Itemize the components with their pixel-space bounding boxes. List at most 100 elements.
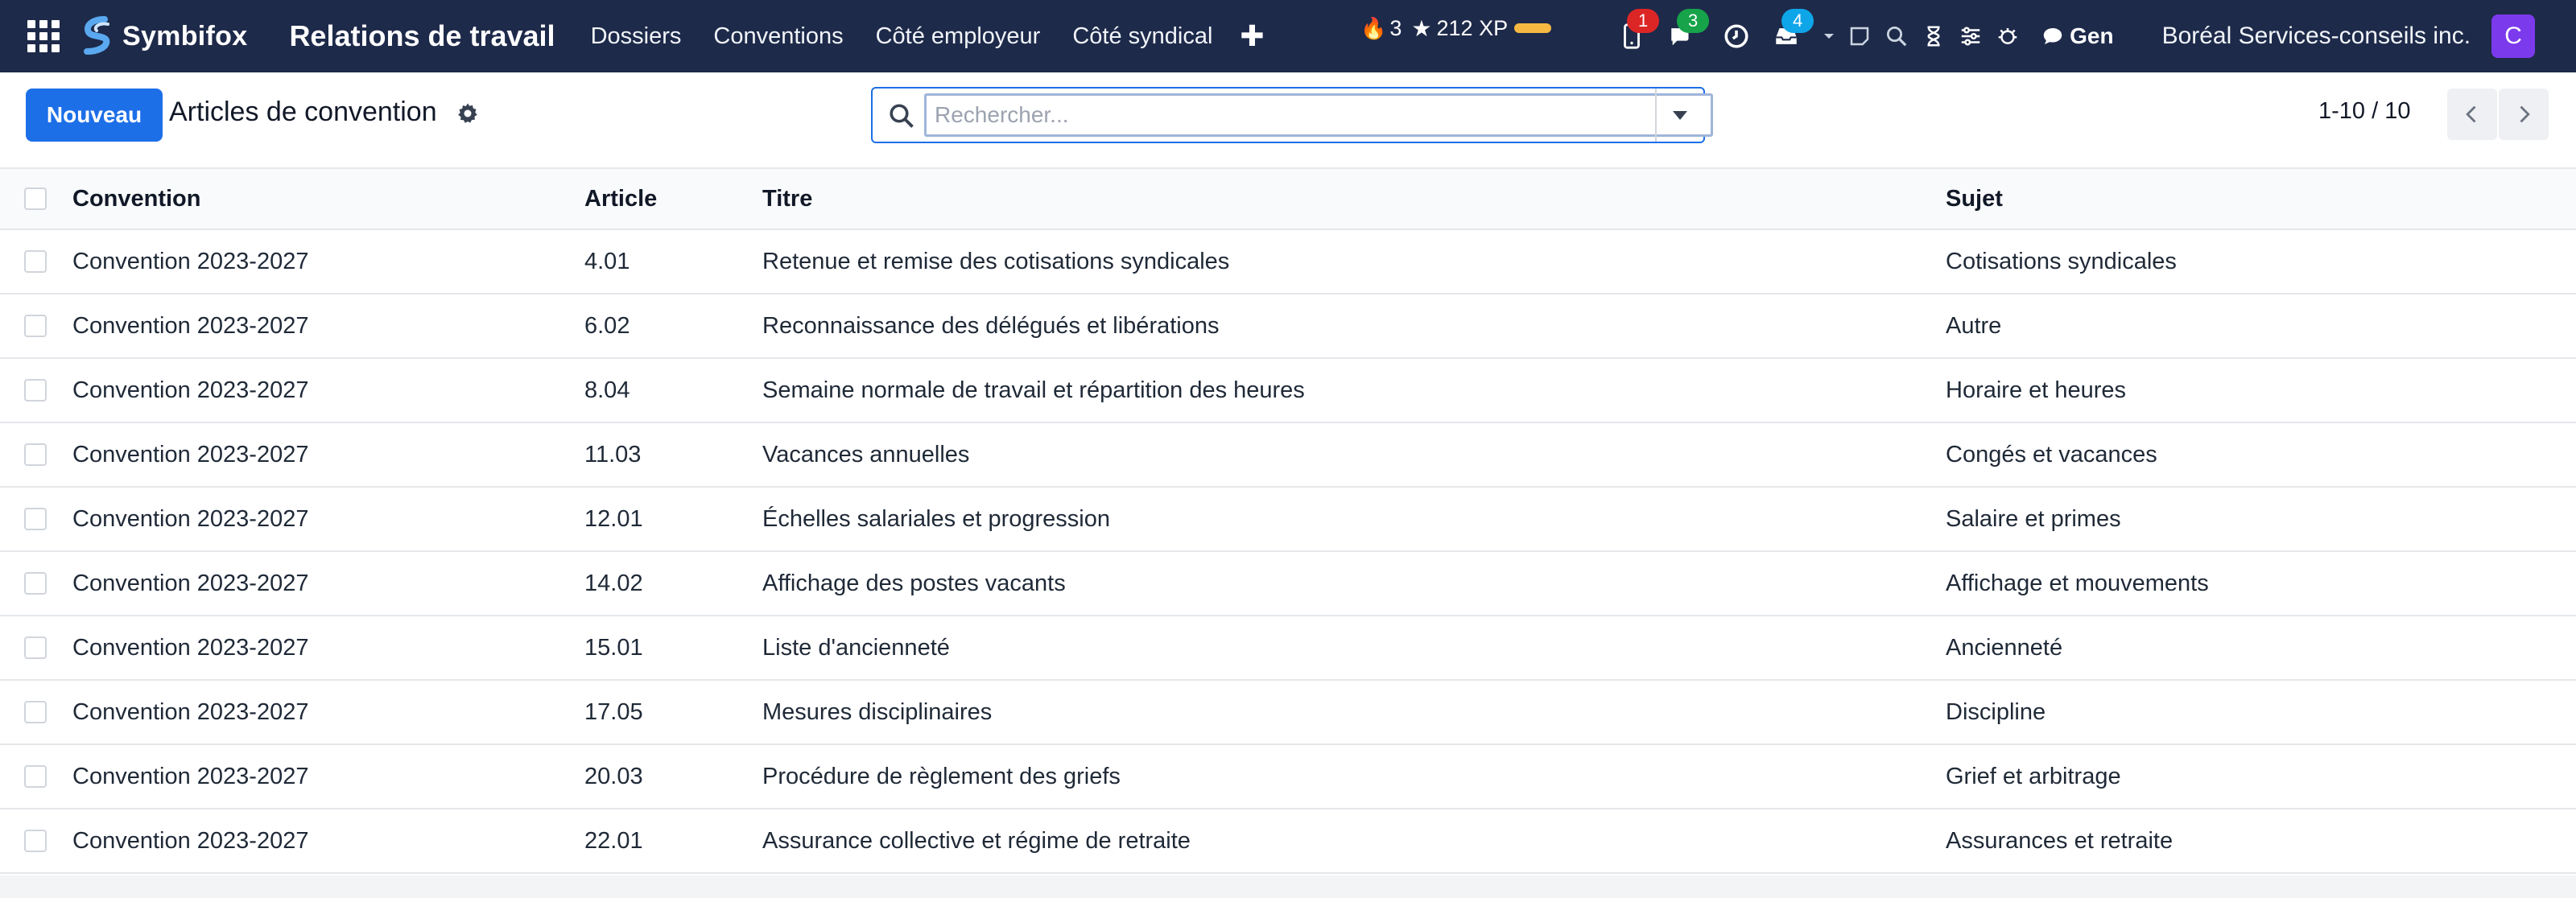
search-bar xyxy=(871,87,1713,143)
plus-icon[interactable]: ✚ xyxy=(1240,19,1264,53)
row-checkbox[interactable] xyxy=(24,572,47,595)
table-row[interactable]: Convention 2023-2027 8.04 Semaine normale … xyxy=(0,359,2576,423)
chevron-down-icon xyxy=(1824,34,1835,39)
cell-article: 11.03 xyxy=(584,441,642,468)
inbox-button[interactable]: 4 xyxy=(1762,9,1814,60)
cell-article: 15.01 xyxy=(584,634,643,661)
column-header-convention[interactable]: Convention xyxy=(72,169,201,229)
table-header: Convention Article Titre Sujet xyxy=(0,169,2576,230)
cell-convention: Convention 2023-2027 xyxy=(72,763,309,789)
cell-convention: Convention 2023-2027 xyxy=(72,634,309,661)
row-checkbox[interactable] xyxy=(24,443,47,466)
row-select-cell xyxy=(24,745,47,808)
nav-conventions[interactable]: Conventions xyxy=(697,23,859,50)
control-panel: Nouveau Articles de convention 1-10 / 10 xyxy=(0,72,2576,169)
row-checkbox[interactable] xyxy=(24,765,47,788)
timer-button[interactable] xyxy=(1915,12,1952,60)
table-row[interactable]: Convention 2023-2027 6.02 Reconnaissance d… xyxy=(0,295,2576,359)
cell-titre: Assurance collective et régime de retrai… xyxy=(762,827,1191,854)
gen-label: Gen xyxy=(2070,23,2114,48)
settings-sliders-button[interactable] xyxy=(1952,12,1989,60)
xp-progress-bar xyxy=(1514,23,1552,33)
cell-convention: Convention 2023-2027 xyxy=(72,377,309,403)
hourglass-icon xyxy=(1927,26,1940,47)
gen-button[interactable]: Gen xyxy=(2041,23,2114,49)
search-options-toggle[interactable] xyxy=(1655,89,1703,142)
cell-titre: Vacances annuelles xyxy=(762,441,970,468)
table-row[interactable]: Convention 2023-2027 4.01 Retenue et remis… xyxy=(0,230,2576,295)
notes-button[interactable] xyxy=(1841,12,1878,60)
cell-titre: Procédure de règlement des griefs xyxy=(762,763,1121,789)
cell-titre: Semaine normale de travail et répartitio… xyxy=(762,377,1305,403)
phone-badge: 1 xyxy=(1627,9,1660,33)
search-icon xyxy=(1887,27,1907,47)
row-select-cell xyxy=(24,552,47,615)
table-row[interactable]: Convention 2023-2027 22.01 Assurance colle… xyxy=(0,809,2576,874)
star-icon: ★ xyxy=(1411,15,1432,41)
row-checkbox[interactable] xyxy=(24,250,47,273)
table-row[interactable]: Convention 2023-2027 15.01 Liste d'ancienn… xyxy=(0,616,2576,681)
activity-button[interactable] xyxy=(1712,12,1761,60)
brand[interactable]: Symbifox xyxy=(80,16,247,56)
cell-sujet: Congés et vacances xyxy=(1946,441,2157,468)
app-title[interactable]: Relations de travail xyxy=(289,19,555,53)
cell-sujet: Autre xyxy=(1946,312,2002,339)
row-checkbox[interactable] xyxy=(24,315,47,337)
row-select-cell xyxy=(24,616,47,679)
clock-icon xyxy=(1724,24,1748,48)
row-checkbox[interactable] xyxy=(24,830,47,852)
cell-sujet: Salaire et primes xyxy=(1946,505,2121,532)
table-row[interactable]: Convention 2023-2027 11.03 Vacances annuel… xyxy=(0,423,2576,488)
cell-sujet: Affichage et mouvements xyxy=(1946,570,2209,596)
table-row[interactable]: Convention 2023-2027 14.02 Affichage des p… xyxy=(0,552,2576,616)
cell-convention: Convention 2023-2027 xyxy=(72,698,309,725)
top-navbar: Symbifox Relations de travail Dossiers C… xyxy=(0,0,2576,72)
nav-cote-syndical[interactable]: Côté syndical xyxy=(1056,23,1228,50)
cell-convention: Convention 2023-2027 xyxy=(72,312,309,339)
cell-sujet: Ancienneté xyxy=(1946,634,2063,661)
column-header-article[interactable]: Article xyxy=(584,169,657,229)
row-checkbox[interactable] xyxy=(24,701,47,723)
cell-article: 17.05 xyxy=(584,698,643,725)
row-checkbox[interactable] xyxy=(24,508,47,530)
systray: 🔥 3 ★ 212 XP 1 3 4 Gen Boréal Services-c… xyxy=(1360,0,2536,72)
cell-convention: Convention 2023-2027 xyxy=(72,570,309,596)
bug-icon xyxy=(1998,28,2017,44)
nav-cote-employeur[interactable]: Côté employeur xyxy=(860,23,1057,50)
column-header-titre[interactable]: Titre xyxy=(762,169,812,229)
cell-convention: Convention 2023-2027 xyxy=(72,827,309,854)
gear-icon[interactable] xyxy=(456,101,480,126)
cell-sujet: Assurances et retraite xyxy=(1946,827,2174,854)
chat-badge: 3 xyxy=(1677,9,1710,33)
pager-previous-button[interactable] xyxy=(2447,89,2497,140)
select-all-checkbox[interactable] xyxy=(24,187,47,210)
cell-convention: Convention 2023-2027 xyxy=(72,505,309,532)
column-header-sujet[interactable]: Sujet xyxy=(1946,169,2003,229)
xp-indicator[interactable]: 🔥 3 ★ 212 XP xyxy=(1360,15,1552,42)
phone-button[interactable]: 1 xyxy=(1608,9,1660,60)
row-select-cell xyxy=(24,359,47,422)
cell-titre: Retenue et remise des cotisations syndic… xyxy=(762,248,1230,274)
table-row[interactable]: Convention 2023-2027 17.05 Mesures discipl… xyxy=(0,681,2576,745)
cell-article: 4.01 xyxy=(584,248,630,274)
table-row[interactable]: Convention 2023-2027 12.01 Échelles salari… xyxy=(0,488,2576,552)
app-grid-icon[interactable] xyxy=(27,20,60,52)
bug-button[interactable] xyxy=(1989,12,2026,60)
row-checkbox[interactable] xyxy=(24,636,47,659)
user-avatar[interactable]: C xyxy=(2491,14,2536,58)
pager-next-button[interactable] xyxy=(2499,89,2549,140)
nav-dossiers[interactable]: Dossiers xyxy=(575,23,698,50)
new-button[interactable]: Nouveau xyxy=(26,89,163,142)
company-switcher[interactable]: Boréal Services-conseils inc. xyxy=(2162,23,2471,50)
chat-button[interactable]: 3 xyxy=(1657,9,1710,60)
table-row[interactable]: Convention 2023-2027 20.03 Procédure de rè… xyxy=(0,745,2576,809)
search-button[interactable] xyxy=(1878,12,1915,60)
sliders-icon xyxy=(1961,27,1980,46)
row-select-cell xyxy=(24,681,47,744)
pager-value[interactable]: 1-10 / 10 xyxy=(2318,98,2410,125)
search-input[interactable] xyxy=(924,93,1713,137)
row-checkbox[interactable] xyxy=(24,379,47,402)
inbox-badge: 4 xyxy=(1781,9,1814,33)
dropdown-caret-button[interactable] xyxy=(1817,12,1841,60)
cell-convention: Convention 2023-2027 xyxy=(72,248,309,274)
